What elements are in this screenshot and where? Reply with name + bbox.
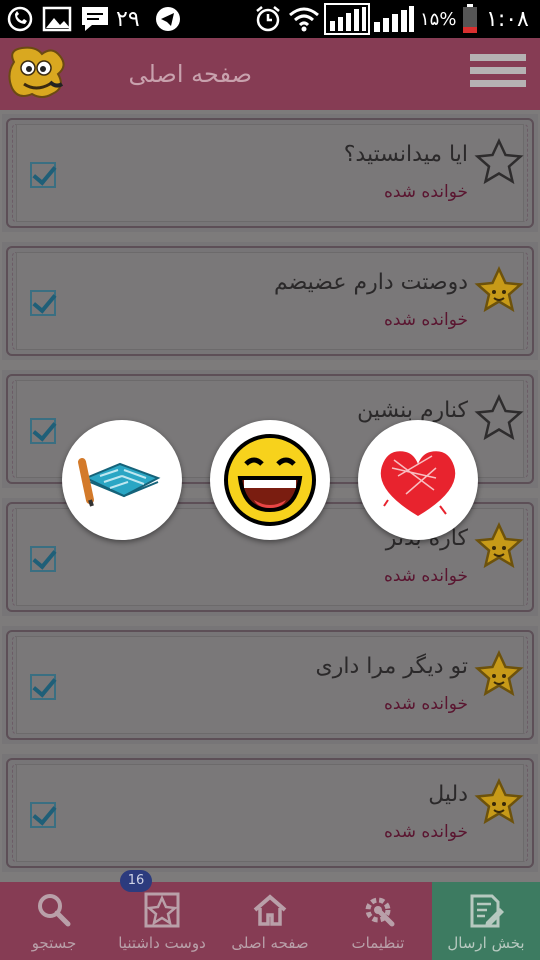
list-item[interactable]: ایا میدانستید؟ خوانده شده (2, 114, 538, 232)
item-status: خوانده شده (383, 566, 468, 586)
alarm-icon (254, 0, 282, 38)
nav-search[interactable]: جستجو (0, 882, 108, 960)
nav-search-label: جستجو (31, 934, 77, 952)
heart-icon (380, 451, 456, 516)
nav-favorites[interactable]: 16 دوست داشتنیا (108, 870, 216, 960)
message-icon (80, 0, 110, 38)
read-checkbox[interactable] (30, 674, 56, 700)
list-item[interactable]: دوصتت دارم عضیضم خوانده شده (2, 242, 538, 360)
item-title: دلیل (428, 782, 468, 807)
app-logo (6, 44, 68, 104)
compose-icon (470, 894, 504, 928)
star-outline-icon[interactable] (474, 138, 524, 188)
card-body (16, 764, 524, 862)
notebook-option-button[interactable] (62, 420, 182, 540)
read-checkbox[interactable] (30, 418, 56, 444)
bottom-navigation: جستجو 16 دوست داشتنیا صفحه اصلی تنظیمات … (0, 870, 540, 960)
nav-compose-label: بخش ارسال (447, 934, 525, 952)
read-checkbox[interactable] (30, 802, 56, 828)
gallery-icon (42, 0, 72, 38)
list-item[interactable]: دلیل خوانده شده (2, 754, 538, 872)
whatsapp-icon (6, 0, 34, 38)
card-body (16, 124, 524, 222)
item-status: خوانده شده (383, 694, 468, 714)
signal-sim2-icon (372, 0, 416, 38)
heart-option-button[interactable] (358, 420, 478, 540)
battery-icon (462, 0, 478, 38)
page-title: صفحه اصلی (128, 60, 252, 88)
star-filled-icon[interactable] (474, 266, 524, 316)
star-icon (144, 892, 180, 928)
smiley-option-button[interactable] (210, 420, 330, 540)
card-body (16, 252, 524, 350)
laughing-smiley-icon (224, 434, 316, 526)
item-title: دوصتت دارم عضیضم (273, 270, 468, 295)
item-title: ایا میدانستید؟ (343, 142, 468, 167)
hamburger-menu-button[interactable] (470, 54, 526, 94)
wifi-icon (288, 0, 320, 38)
star-filled-icon[interactable] (474, 522, 524, 572)
item-status: خوانده شده (383, 822, 468, 842)
list-item[interactable]: تو دیگر مرا داری خوانده شده (2, 626, 538, 744)
nav-settings[interactable]: تنظیمات (324, 882, 432, 960)
nav-home-label: صفحه اصلی (231, 934, 309, 952)
search-icon (38, 894, 71, 927)
notebook-icon (78, 458, 161, 507)
status-bar: ۲۹ ۱۵% ۱:۰۸ (0, 0, 540, 38)
nav-favorites-label: دوست داشتنیا (118, 934, 206, 952)
item-status: خوانده شده (383, 310, 468, 330)
home-icon (253, 894, 287, 926)
menu-line (470, 67, 526, 74)
read-checkbox[interactable] (30, 546, 56, 572)
app-bar: صفحه اصلی (0, 38, 540, 110)
nav-settings-label: تنظیمات (351, 934, 405, 952)
card-body (16, 636, 524, 734)
menu-line (470, 80, 526, 87)
battery-percent: ۱۵% (420, 8, 457, 30)
signal-sim1-icon (324, 0, 370, 38)
status-date: ۲۹ (116, 6, 140, 32)
read-checkbox[interactable] (30, 162, 56, 188)
favorites-count-badge: 16 (120, 870, 152, 892)
menu-line (470, 54, 526, 61)
star-filled-icon[interactable] (474, 778, 524, 828)
status-time: ۱:۰۸ (486, 6, 529, 32)
settings-icon (365, 897, 395, 927)
nav-compose[interactable]: بخش ارسال (432, 882, 540, 960)
read-checkbox[interactable] (30, 290, 56, 316)
star-filled-icon[interactable] (474, 650, 524, 700)
star-outline-icon[interactable] (474, 394, 524, 444)
nav-home[interactable]: صفحه اصلی (216, 882, 324, 960)
item-title: تو دیگر مرا داری (315, 654, 468, 679)
item-status: خوانده شده (383, 182, 468, 202)
telegram-icon (154, 0, 182, 38)
